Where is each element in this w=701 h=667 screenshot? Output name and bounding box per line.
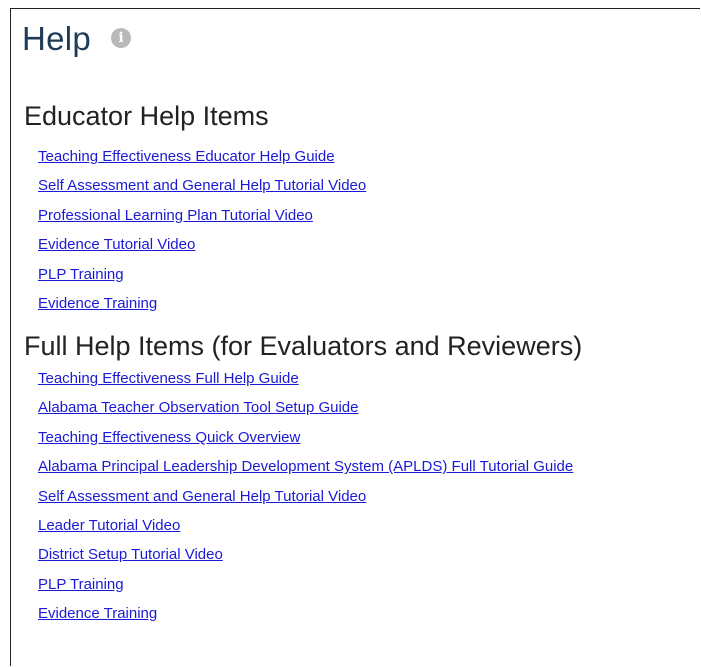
link-evidence-training-full[interactable]: Evidence Training xyxy=(38,605,157,622)
list-item: PLP Training xyxy=(38,573,573,602)
list-item: Professional Learning Plan Tutorial Vide… xyxy=(38,204,366,233)
list-item: Evidence Training xyxy=(38,292,366,321)
list-item: Alabama Principal Leadership Development… xyxy=(38,455,573,484)
link-leader-tutorial-video[interactable]: Leader Tutorial Video xyxy=(38,517,180,534)
list-item: Evidence Training xyxy=(38,602,573,631)
link-professional-learning-plan-tutorial-video[interactable]: Professional Learning Plan Tutorial Vide… xyxy=(38,207,313,224)
list-item: Self Assessment and General Help Tutoria… xyxy=(38,485,573,514)
link-alabama-teacher-observation-tool-setup-guide[interactable]: Alabama Teacher Observation Tool Setup G… xyxy=(38,399,358,416)
list-item: Self Assessment and General Help Tutoria… xyxy=(38,174,366,203)
list-item: Evidence Tutorial Video xyxy=(38,233,366,262)
list-item: Teaching Effectiveness Full Help Guide xyxy=(38,367,573,396)
page-title: Help xyxy=(22,20,92,57)
link-teaching-effectiveness-quick-overview[interactable]: Teaching Effectiveness Quick Overview xyxy=(38,429,300,446)
link-self-assessment-tutorial-video[interactable]: Self Assessment and General Help Tutoria… xyxy=(38,177,366,194)
help-header: Help i xyxy=(22,20,132,58)
info-icon[interactable]: i xyxy=(111,28,132,48)
list-item: Teaching Effectiveness Quick Overview xyxy=(38,426,573,455)
educator-help-links: Teaching Effectiveness Educator Help Gui… xyxy=(38,145,366,321)
link-teaching-effectiveness-educator-help-guide[interactable]: Teaching Effectiveness Educator Help Gui… xyxy=(38,148,335,165)
link-aplds-full-tutorial-guide[interactable]: Alabama Principal Leadership Development… xyxy=(38,458,573,475)
link-plp-training-full[interactable]: PLP Training xyxy=(38,576,124,593)
full-help-links: Teaching Effectiveness Full Help Guide A… xyxy=(38,367,573,632)
section-title-full-help-items: Full Help Items (for Evaluators and Revi… xyxy=(24,331,583,361)
link-plp-training[interactable]: PLP Training xyxy=(38,266,124,283)
link-teaching-effectiveness-full-help-guide[interactable]: Teaching Effectiveness Full Help Guide xyxy=(38,370,299,387)
link-evidence-training[interactable]: Evidence Training xyxy=(38,295,157,312)
list-item: Teaching Effectiveness Educator Help Gui… xyxy=(38,145,366,174)
section-title-educator-help-items: Educator Help Items xyxy=(24,101,269,131)
link-evidence-tutorial-video[interactable]: Evidence Tutorial Video xyxy=(38,236,195,253)
link-self-assessment-tutorial-video-full[interactable]: Self Assessment and General Help Tutoria… xyxy=(38,488,366,505)
link-district-setup-tutorial-video[interactable]: District Setup Tutorial Video xyxy=(38,546,223,563)
list-item: PLP Training xyxy=(38,263,366,292)
list-item: Leader Tutorial Video xyxy=(38,514,573,543)
list-item: District Setup Tutorial Video xyxy=(38,543,573,572)
list-item: Alabama Teacher Observation Tool Setup G… xyxy=(38,396,573,425)
